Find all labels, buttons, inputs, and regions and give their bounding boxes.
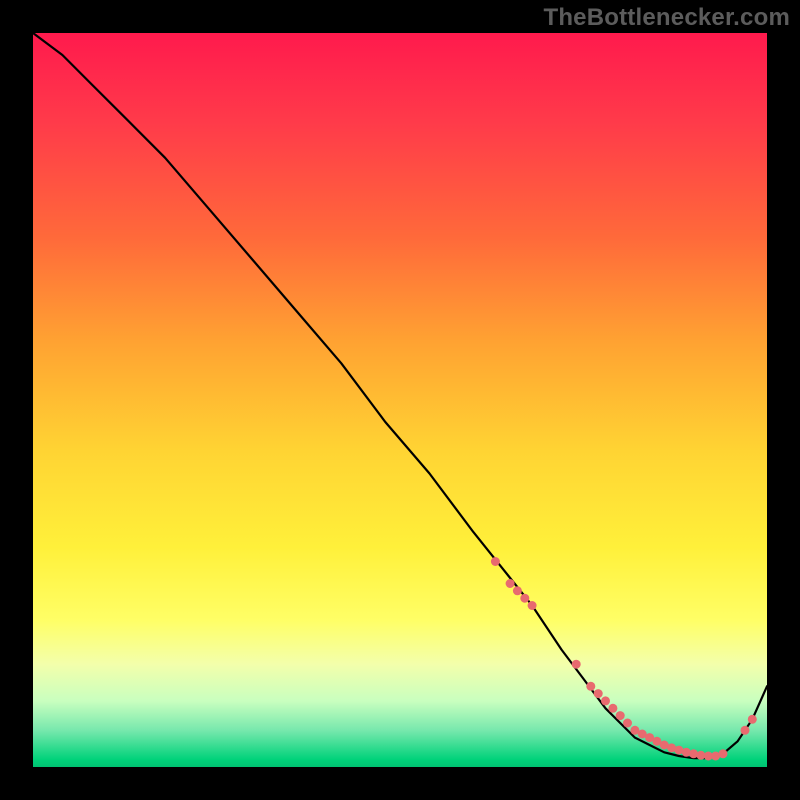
highlight-dot <box>719 749 728 758</box>
highlight-dot <box>616 711 625 720</box>
chart-frame: TheBottlenecker.com <box>0 0 800 800</box>
highlight-dot <box>608 704 617 713</box>
highlight-dot <box>491 557 500 566</box>
plot-area <box>33 33 767 767</box>
highlight-dot <box>594 689 603 698</box>
highlight-dot <box>506 579 515 588</box>
highlight-dot <box>623 719 632 728</box>
highlight-dot <box>520 594 529 603</box>
bottleneck-curve <box>33 33 767 758</box>
highlight-dot <box>572 660 581 669</box>
curve-svg <box>33 33 767 767</box>
highlight-dots <box>491 557 757 761</box>
highlight-dot <box>586 682 595 691</box>
highlight-dot <box>528 601 537 610</box>
highlight-dot <box>513 586 522 595</box>
highlight-dot <box>741 726 750 735</box>
highlight-dot <box>601 696 610 705</box>
watermark-text: TheBottlenecker.com <box>543 4 790 32</box>
highlight-dot <box>748 715 757 724</box>
